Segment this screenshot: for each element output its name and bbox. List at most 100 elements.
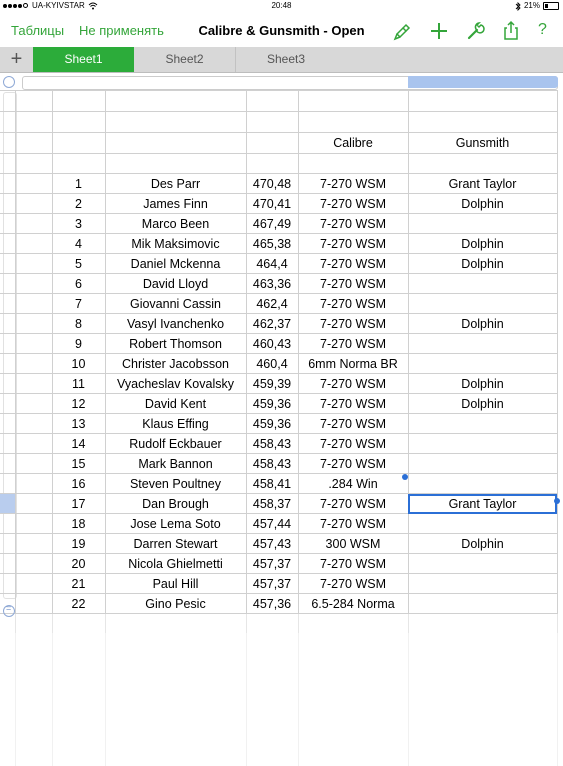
empty-cell[interactable]	[14, 353, 53, 374]
cell-shooter[interactable]: Gino Pesic	[104, 593, 247, 614]
cell-rank[interactable]: 5	[51, 253, 106, 274]
cell-gunsmith[interactable]	[407, 333, 558, 354]
cell-score[interactable]: 462,4	[245, 293, 299, 314]
row-header-cell[interactable]	[0, 233, 16, 254]
cell-rank[interactable]: 22	[51, 593, 106, 614]
empty-cell[interactable]	[0, 690, 16, 709]
empty-cell[interactable]	[14, 333, 53, 354]
empty-cell[interactable]	[14, 690, 53, 709]
empty-cell[interactable]	[297, 90, 409, 112]
wrench-icon[interactable]	[464, 20, 486, 42]
cell-calibre[interactable]: 7-270 WSM	[297, 553, 409, 574]
cell-shooter[interactable]: Christer Jacobsson	[104, 353, 247, 374]
cell-gunsmith[interactable]: Dolphin	[407, 313, 558, 334]
row-header-cell[interactable]	[0, 193, 16, 214]
empty-cell[interactable]	[297, 652, 409, 671]
empty-cell[interactable]	[297, 153, 409, 174]
empty-cell[interactable]	[104, 728, 247, 747]
cell-shooter[interactable]: Jose Lema Soto	[104, 513, 247, 534]
empty-cell[interactable]	[0, 652, 16, 671]
row-header-cell[interactable]	[0, 213, 16, 234]
row-header-cell[interactable]	[0, 433, 16, 454]
cell-calibre[interactable]: 7-270 WSM	[297, 513, 409, 534]
empty-cell[interactable]	[14, 373, 53, 394]
cell-rank[interactable]: 9	[51, 333, 106, 354]
cell-score[interactable]: 458,43	[245, 433, 299, 454]
cell-rank[interactable]: 8	[51, 313, 106, 334]
cell-rank[interactable]: 18	[51, 513, 106, 534]
empty-cell[interactable]	[297, 671, 409, 690]
cell-shooter[interactable]: Marco Been	[104, 213, 247, 234]
header-name[interactable]	[104, 132, 247, 154]
cell-calibre[interactable]: 7-270 WSM	[297, 173, 409, 194]
cell-rank[interactable]: 7	[51, 293, 106, 314]
empty-cell[interactable]	[0, 709, 16, 728]
empty-cell[interactable]	[14, 173, 53, 194]
cell-score[interactable]: 470,48	[245, 173, 299, 194]
row-header-cell[interactable]	[0, 293, 16, 314]
empty-cell[interactable]	[51, 613, 106, 633]
empty-cell[interactable]	[104, 633, 247, 652]
cell-score[interactable]: 470,41	[245, 193, 299, 214]
cell-calibre[interactable]: 7-270 WSM	[297, 313, 409, 334]
cell-shooter[interactable]: Darren Stewart	[104, 533, 247, 554]
empty-cell[interactable]	[14, 613, 53, 633]
empty-cell[interactable]	[407, 613, 558, 633]
row-header-cell[interactable]	[0, 373, 16, 394]
cell-rank[interactable]: 11	[51, 373, 106, 394]
cell-shooter[interactable]: David Lloyd	[104, 273, 247, 294]
cell-calibre[interactable]: 7-270 WSM	[297, 213, 409, 234]
cell-shooter[interactable]: Mark Bannon	[104, 453, 247, 474]
add-sheet-button[interactable]: +	[0, 47, 33, 72]
cell-score[interactable]: 457,37	[245, 573, 299, 594]
cell-gunsmith[interactable]	[407, 293, 558, 314]
row-header-cell[interactable]	[0, 253, 16, 274]
cell-rank[interactable]: 17	[51, 493, 106, 514]
cell-rank[interactable]: 19	[51, 533, 106, 554]
empty-cell[interactable]	[14, 573, 53, 594]
empty-cell[interactable]	[104, 652, 247, 671]
empty-cell[interactable]	[245, 633, 299, 652]
cell-shooter[interactable]: Paul Hill	[104, 573, 247, 594]
cell-score[interactable]: 458,43	[245, 453, 299, 474]
row-header-cell[interactable]	[0, 533, 16, 554]
cell-calibre[interactable]: 7-270 WSM	[297, 293, 409, 314]
cell-calibre[interactable]: 7-270 WSM	[297, 373, 409, 394]
cell-score[interactable]: 457,44	[245, 513, 299, 534]
empty-cell[interactable]	[14, 453, 53, 474]
cell-gunsmith[interactable]	[407, 213, 558, 234]
cell-calibre[interactable]: 7-270 WSM	[297, 273, 409, 294]
cell-calibre[interactable]: 6mm Norma BR	[297, 353, 409, 374]
cell-shooter[interactable]: Vasyl Ivanchenko	[104, 313, 247, 334]
cell-score[interactable]: 459,39	[245, 373, 299, 394]
cell-rank[interactable]: 13	[51, 413, 106, 434]
empty-cell[interactable]	[14, 233, 53, 254]
row-header-cell[interactable]	[0, 173, 16, 194]
row-header-cell[interactable]	[0, 273, 16, 294]
empty-cell[interactable]	[297, 728, 409, 747]
cell-gunsmith[interactable]	[407, 573, 558, 594]
empty-cell[interactable]	[51, 709, 106, 728]
cell-gunsmith[interactable]: Dolphin	[407, 373, 558, 394]
empty-cell[interactable]	[51, 111, 106, 133]
empty-cell[interactable]	[297, 690, 409, 709]
cell-gunsmith[interactable]: Dolphin	[407, 233, 558, 254]
empty-cell[interactable]	[14, 473, 53, 494]
empty-cell[interactable]	[51, 728, 106, 747]
cell-gunsmith[interactable]	[407, 413, 558, 434]
cell-score[interactable]: 467,49	[245, 213, 299, 234]
empty-cell[interactable]	[14, 132, 53, 154]
cell-shooter[interactable]: David Kent	[104, 393, 247, 414]
cell-shooter[interactable]: Mik Maksimovic	[104, 233, 247, 254]
cell-calibre[interactable]: 6.5-284 Norma	[297, 593, 409, 614]
cell-shooter[interactable]: Steven Poultney	[104, 473, 247, 494]
cell-calibre[interactable]: 7-270 WSM	[297, 413, 409, 434]
cell-score[interactable]: 458,37	[245, 493, 299, 514]
selection-handle-top[interactable]	[402, 474, 408, 480]
format-brush-icon[interactable]	[391, 20, 413, 42]
cell-rank[interactable]: 10	[51, 353, 106, 374]
row-header-cell[interactable]	[0, 453, 16, 474]
row-header-cell[interactable]	[0, 553, 16, 574]
cell-score[interactable]: 462,37	[245, 313, 299, 334]
cell-gunsmith[interactable]	[407, 273, 558, 294]
